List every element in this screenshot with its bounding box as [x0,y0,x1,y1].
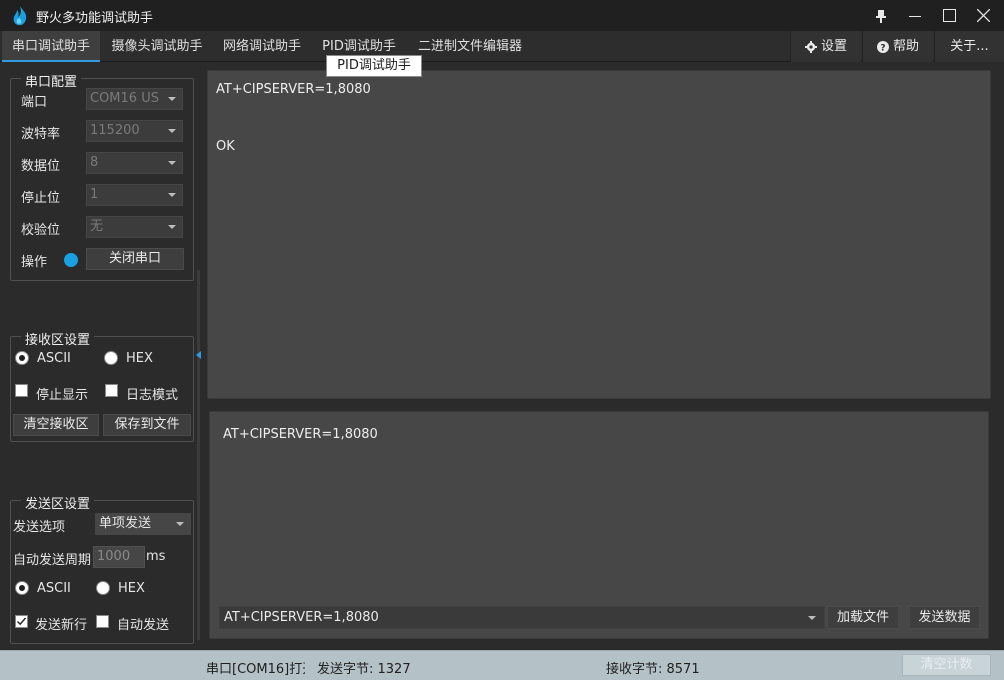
tab-camera[interactable]: 摄像头调试助手 [104,31,210,62]
maximize-icon [942,9,956,22]
tab-bar: 串口调试助手 摄像头调试助手 网络调试助手 PID调试助手 二进制文件编辑器 设… [0,31,1004,62]
close-icon [976,9,990,22]
baud-select[interactable]: 115200 [86,120,183,142]
send-newline-label: 发送新行 [35,618,88,633]
title-bar: 野火多功能调试助手 [0,0,1004,31]
parity-label: 校验位 [21,223,61,238]
minimize-button[interactable] [898,0,932,31]
recv-hex-label: HEX [126,351,153,366]
send-ascii-label: ASCII [37,581,71,596]
port-status-text: 串口[COM16]打开 [206,662,305,677]
send-history-select[interactable]: AT+CIPSERVER=1,8080 [219,606,825,629]
receive-line: AT+CIPSERVER=1,8080 [216,82,371,97]
send-hex-label: HEX [118,581,145,596]
send-ascii-radio[interactable] [15,581,29,595]
auto-period-input[interactable]: 1000 [93,546,145,568]
save-to-file-button[interactable]: 保存到文件 [103,414,191,436]
baud-value: 115200 [90,123,140,138]
help-button[interactable]: ? 帮助 [862,31,933,62]
minimize-icon [909,15,921,17]
svg-text:?: ? [880,43,885,53]
chevron-down-icon [168,193,176,197]
tab-binary-editor[interactable]: 二进制文件编辑器 [408,31,532,62]
left-panel: 串口配置 端口 COM16 US 波特率 115200 数据位 8 停止位 1 … [0,62,206,650]
chevron-down-icon [168,161,176,165]
maximize-button[interactable] [932,0,966,31]
clear-receive-button[interactable]: 清空接收区 [13,414,99,436]
load-file-button[interactable]: 加载文件 [827,606,899,629]
pin-button[interactable] [864,0,898,31]
auto-period-label: 自动发送周期 [13,553,92,568]
chevron-down-icon [168,97,176,101]
window-title: 野火多功能调试助手 [36,11,154,26]
send-newline-checkbox[interactable] [15,615,28,628]
splitter-arrow-icon[interactable] [196,351,201,359]
stopbits-select[interactable]: 1 [86,184,183,206]
stop-display-checkbox[interactable] [15,384,28,397]
send-data-button[interactable]: 发送数据 [909,606,980,629]
received-bytes: 接收字节: 8571 [606,662,700,677]
period-unit-label: ms [146,549,166,564]
tab-serial[interactable]: 串口调试助手 [2,31,100,62]
serial-config-group: 串口配置 端口 COM16 US 波特率 115200 数据位 8 停止位 1 … [10,71,194,281]
checkmark-icon [17,617,27,626]
databits-select[interactable]: 8 [86,152,183,174]
parity-select[interactable]: 无 [86,216,183,238]
send-option-value: 单项发送 [99,516,152,531]
send-history-value: AT+CIPSERVER=1,8080 [224,610,379,625]
recv-hex-radio[interactable] [104,351,118,365]
port-label: 端口 [21,95,48,110]
help-label: 帮助 [892,39,919,54]
help-icon: ? [876,40,889,53]
gear-icon [804,40,817,53]
stopbits-label: 停止位 [21,191,61,206]
send-text: AT+CIPSERVER=1,8080 [223,427,378,442]
serial-config-title: 串口配置 [21,71,82,90]
receive-area[interactable]: AT+CIPSERVER=1,8080 OK [207,70,991,399]
auto-send-checkbox[interactable] [96,615,109,628]
clear-count-button[interactable]: 清空计数 [902,654,991,676]
auto-send-label: 自动发送 [117,618,170,633]
receive-line: OK [216,139,235,154]
pin-icon [876,9,886,23]
send-hex-radio[interactable] [96,581,110,595]
databits-label: 数据位 [21,159,61,174]
port-value: COM16 US [90,91,159,106]
baud-label: 波特率 [21,127,61,142]
send-option-label: 发送选项 [13,520,66,535]
tab-network[interactable]: 网络调试助手 [214,31,310,62]
recv-ascii-radio[interactable] [15,351,29,365]
tooltip: PID调试助手 [326,55,422,77]
receive-settings-title: 接收区设置 [21,329,95,348]
chevron-down-icon [176,522,184,526]
recv-ascii-label: ASCII [37,351,71,366]
flame-logo-icon [10,5,30,27]
stopbits-value: 1 [90,187,99,202]
chevron-down-icon [808,616,816,620]
close-button[interactable] [966,0,1000,31]
chevron-down-icon [168,225,176,229]
send-option-select[interactable]: 单项发送 [95,513,191,535]
splitter-handle[interactable] [197,270,200,640]
log-mode-label: 日志模式 [126,388,179,403]
receive-settings-group: 接收区设置 ASCII HEX 停止显示 日志模式 清空接收区 保存到文件 [10,329,194,442]
port-status-indicator [64,253,78,267]
log-mode-checkbox[interactable] [105,384,118,397]
port-select[interactable]: COM16 US [86,88,183,110]
chevron-down-icon [168,129,176,133]
status-bar: 串口[COM16]打开 发送字节: 1327 接收字节: 8571 清空计数 [0,650,1004,680]
send-area[interactable]: AT+CIPSERVER=1,8080 AT+CIPSERVER=1,8080 … [209,411,989,639]
send-settings-group: 发送区设置 发送选项 单项发送 自动发送周期 1000 ms ASCII HEX… [10,493,194,644]
settings-label: 设置 [820,39,847,54]
send-settings-title: 发送区设置 [21,493,95,512]
close-port-button[interactable]: 关闭串口 [86,248,184,270]
databits-value: 8 [90,155,99,170]
settings-button[interactable]: 设置 [790,31,861,62]
operation-label: 操作 [21,255,48,270]
stop-display-label: 停止显示 [36,388,89,403]
sent-bytes: 发送字节: 1327 [317,662,411,677]
about-button[interactable]: 关于... [934,31,1004,62]
parity-value: 无 [90,219,104,234]
